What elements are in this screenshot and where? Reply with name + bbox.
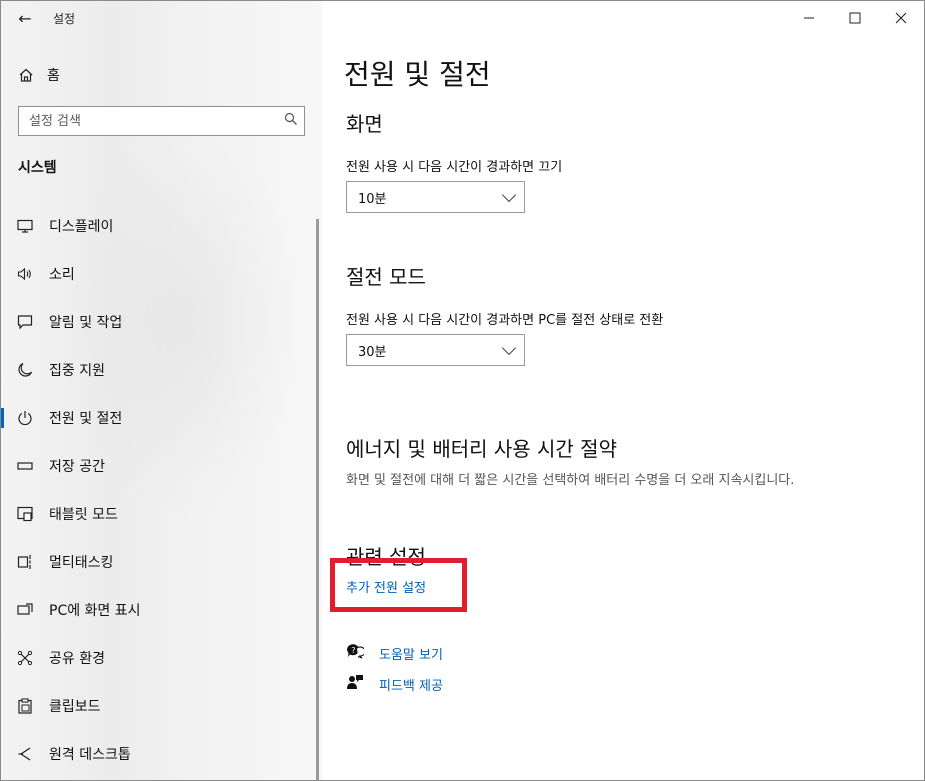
minimize-icon <box>804 17 814 19</box>
energy-description: 화면 및 절전에 대해 더 짧은 시간을 선택하여 배터리 수명을 더 오래 지… <box>346 473 795 488</box>
sidebar-item-label: 공유 환경 <box>49 651 105 667</box>
back-button[interactable]: ← <box>1 1 49 35</box>
additional-power-settings-link[interactable]: 추가 전원 설정 <box>346 577 426 596</box>
sidebar-item-multitasking[interactable]: 멀티태스킹 <box>1 538 322 586</box>
chevron-down-icon <box>501 340 517 355</box>
sidebar-item-power-sleep[interactable]: 전원 및 절전 <box>1 394 322 442</box>
dropdown-value: 30분 <box>358 344 387 360</box>
get-help-link[interactable]: 도움말 보기 <box>379 644 443 663</box>
get-help-row[interactable]: ? 도움말 보기 <box>346 643 443 663</box>
dropdown-value: 10분 <box>358 191 387 207</box>
maximize-button[interactable] <box>832 1 878 35</box>
monitor-icon <box>1 219 49 233</box>
tablet-icon <box>1 506 49 522</box>
page-title: 전원 및 절전 <box>344 58 491 91</box>
sidebar-item-label: 클립보드 <box>49 699 101 715</box>
give-feedback-link[interactable]: 피드백 제공 <box>379 675 443 694</box>
section-heading-screen: 화면 <box>346 112 383 136</box>
minimize-button[interactable] <box>786 1 832 35</box>
screen-timeout-dropdown[interactable]: 10분 <box>346 181 525 213</box>
storage-icon <box>1 461 49 471</box>
notification-icon <box>1 314 49 330</box>
screen-timeout-label: 전원 사용 시 다음 시간이 경과하면 끄기 <box>346 160 563 175</box>
sidebar-item-label: 원격 데스크톱 <box>49 747 131 763</box>
sidebar-item-tablet-mode[interactable]: 태블릿 모드 <box>1 490 322 538</box>
sleep-timeout-label: 전원 사용 시 다음 시간이 경과하면 PC를 절전 상태로 전환 <box>346 313 664 328</box>
search-box[interactable] <box>18 106 305 136</box>
sidebar-item-label: 저장 공간 <box>49 459 105 475</box>
sidebar-item-label: 소리 <box>49 267 75 283</box>
sidebar-item-focus-assist[interactable]: 집중 지원 <box>1 346 322 394</box>
chevron-down-icon <box>501 187 517 202</box>
sidebar-item-label: 전원 및 절전 <box>49 411 123 427</box>
back-arrow-icon: ← <box>18 8 32 28</box>
moon-icon <box>1 362 49 378</box>
search-input[interactable] <box>29 113 284 129</box>
sidebar-item-display[interactable]: 디스플레이 <box>1 202 322 250</box>
sidebar-item-label: 태블릿 모드 <box>49 507 118 523</box>
help-icon: ? <box>346 643 366 663</box>
feedback-icon <box>346 674 366 694</box>
close-button[interactable] <box>878 1 924 35</box>
sidebar-item-label: 디스플레이 <box>49 219 114 235</box>
maximize-icon <box>849 12 861 24</box>
sidebar: ← 설정 홈 시스템 디스플레이 <box>1 1 322 780</box>
section-heading-energy: 에너지 및 배터리 사용 시간 절약 <box>346 437 617 461</box>
project-icon <box>1 602 49 618</box>
svg-text:?: ? <box>351 646 355 655</box>
sidebar-item-notifications[interactable]: 알림 및 작업 <box>1 298 322 346</box>
section-label-system: 시스템 <box>18 160 57 176</box>
share-icon <box>1 650 49 666</box>
remote-icon <box>1 746 49 762</box>
clipboard-icon <box>1 698 49 714</box>
sidebar-item-projecting[interactable]: PC에 화면 표시 <box>1 586 322 634</box>
sidebar-item-label: PC에 화면 표시 <box>49 603 141 619</box>
section-heading-sleep: 절전 모드 <box>346 265 426 289</box>
sidebar-item-label: 멀티태스킹 <box>49 555 114 571</box>
sleep-timeout-dropdown[interactable]: 30분 <box>346 334 525 366</box>
settings-window: ← 설정 홈 시스템 디스플레이 <box>0 0 925 781</box>
sidebar-scrollbar[interactable] <box>316 219 319 780</box>
search-icon[interactable] <box>284 112 298 130</box>
window-controls <box>786 1 924 35</box>
sidebar-item-label: 집중 지원 <box>49 363 105 379</box>
app-title: 설정 <box>53 11 76 26</box>
speaker-icon <box>1 267 49 281</box>
sidebar-item-sound[interactable]: 소리 <box>1 250 322 298</box>
sidebar-item-storage[interactable]: 저장 공간 <box>1 442 322 490</box>
titlebar-left: ← 설정 <box>1 1 322 35</box>
sidebar-item-home[interactable]: 홈 <box>1 59 322 91</box>
sidebar-item-label: 알림 및 작업 <box>49 315 123 331</box>
sidebar-item-remote-desktop[interactable]: 원격 데스크톱 <box>1 730 322 778</box>
home-icon <box>1 67 51 83</box>
multitask-icon <box>1 554 49 570</box>
power-icon <box>1 410 49 426</box>
sidebar-item-shared-experiences[interactable]: 공유 환경 <box>1 634 322 682</box>
sidebar-nav: 디스플레이 소리 알림 및 작업 집중 지원 전원 및 절전 저장 공간 태블릿… <box>1 202 322 778</box>
sidebar-item-clipboard[interactable]: 클립보드 <box>1 682 322 730</box>
give-feedback-row[interactable]: 피드백 제공 <box>346 674 443 694</box>
close-icon <box>895 12 907 24</box>
home-label: 홈 <box>47 68 60 84</box>
